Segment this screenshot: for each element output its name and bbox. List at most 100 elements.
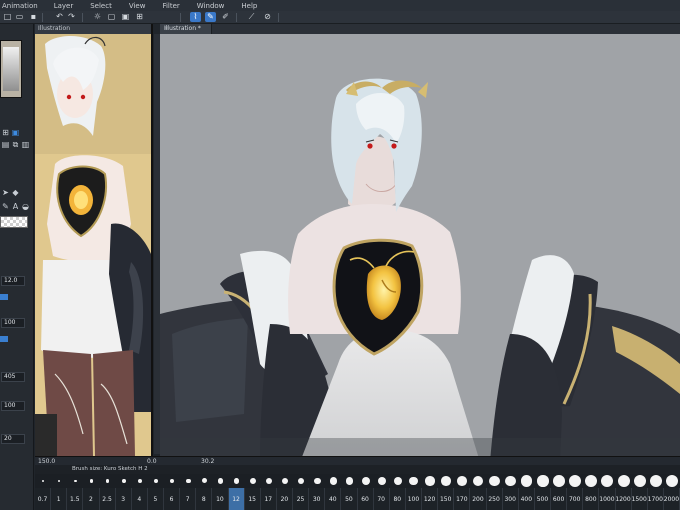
- open-file-icon[interactable]: ▭: [14, 12, 25, 22]
- brush-size-option[interactable]: 10: [212, 488, 229, 510]
- brush-size-option[interactable]: 120: [422, 488, 439, 510]
- ruler-icon[interactable]: ⊘: [262, 12, 273, 22]
- density-field[interactable]: 405: [1, 372, 25, 382]
- new-file-icon[interactable]: □: [2, 12, 13, 22]
- layer-icon[interactable]: ▣: [11, 128, 20, 137]
- brush-size-preview-dot: [361, 476, 370, 486]
- text-icon[interactable]: A: [11, 202, 20, 211]
- brush-size-option[interactable]: 80: [390, 488, 406, 510]
- navigator-thumbnail[interactable]: [0, 40, 22, 98]
- save-icon[interactable]: ▪: [28, 12, 39, 22]
- brush-size-option[interactable]: 5: [148, 488, 164, 510]
- brush-size-option[interactable]: 500: [535, 488, 551, 510]
- snap-icon[interactable]: ⟋: [246, 12, 257, 22]
- brush-size-option[interactable]: 50: [341, 488, 358, 510]
- folder-icon[interactable]: ▤: [1, 140, 10, 149]
- brush-size-option[interactable]: 100: [406, 488, 422, 510]
- menu-window[interactable]: Window: [197, 2, 225, 10]
- secondary-canvas-tab[interactable]: Illustration: [35, 24, 151, 34]
- copy-icon[interactable]: ⧉: [11, 140, 20, 149]
- brush-size-option[interactable]: 60: [358, 488, 374, 510]
- brush-size-option[interactable]: 40: [325, 488, 342, 510]
- undo-icon[interactable]: ↶: [54, 12, 65, 22]
- brush-size-option[interactable]: 600: [551, 488, 568, 510]
- menu-animation[interactable]: Animation: [2, 2, 38, 10]
- brush-size-option[interactable]: 150: [438, 488, 455, 510]
- secondary-canvas[interactable]: Illustration: [35, 24, 153, 456]
- pen-icon[interactable]: ✐: [220, 12, 231, 22]
- fill-icon[interactable]: ▣: [120, 12, 131, 22]
- hardness-field[interactable]: 100: [1, 401, 25, 411]
- close-icon[interactable]: ×: [164, 25, 208, 32]
- brush-size-option[interactable]: 12: [228, 488, 245, 510]
- toolbar-separator: [278, 13, 279, 22]
- trash-icon[interactable]: ▥: [21, 140, 30, 149]
- tool-property-column: ⊞ ▣ ▤ ⧉ ▥ ➤ ◆ ✎ A ◒ 12.0 100 405 100 20: [0, 24, 34, 510]
- brush-size-preview-dot: [569, 475, 582, 487]
- menu-view[interactable]: View: [129, 2, 146, 10]
- brush-size-option[interactable]: 300: [503, 488, 519, 510]
- menu-layer[interactable]: Layer: [54, 2, 74, 10]
- brush-size-option[interactable]: 8: [196, 488, 213, 510]
- brush-size-option[interactable]: 1200: [615, 488, 632, 510]
- main-canvas[interactable]: [160, 34, 680, 462]
- brush-icon[interactable]: ✎: [205, 12, 216, 22]
- brush-size-option[interactable]: 0.7: [35, 488, 52, 510]
- stabilizer-field[interactable]: 20: [1, 434, 25, 444]
- brush-size-option[interactable]: 400: [519, 488, 535, 510]
- brush-size-preview-dot: [409, 476, 419, 486]
- pen-stabilization-icon[interactable]: ⌇: [190, 12, 201, 22]
- brush-size-preview-dot: [537, 475, 549, 487]
- transform-icon[interactable]: ⊞: [134, 12, 145, 22]
- arrow-icon[interactable]: ➤: [1, 188, 10, 197]
- brush-size-option[interactable]: 170: [454, 488, 471, 510]
- brush-size-option[interactable]: 3: [116, 488, 132, 510]
- brush-size-option[interactable]: 6: [164, 488, 181, 510]
- brush-size-option[interactable]: 1: [51, 488, 68, 510]
- pencil-icon[interactable]: ✎: [1, 202, 10, 211]
- brush-size-option[interactable]: 7: [180, 488, 197, 510]
- brush-size-option[interactable]: 25: [293, 488, 310, 510]
- menu-select[interactable]: Select: [90, 2, 112, 10]
- brush-size-option[interactable]: 1.5: [67, 488, 84, 510]
- brush-size-option[interactable]: 250: [487, 488, 503, 510]
- tab-illustration[interactable]: Illustration * ×: [160, 24, 212, 34]
- brush-size-option[interactable]: 15: [245, 488, 261, 510]
- brush-size-preview-dot: [41, 479, 45, 483]
- eraser-icon[interactable]: ◆: [11, 188, 20, 197]
- brush-size-preview-dot: [505, 475, 516, 487]
- brush-size-option[interactable]: 2: [83, 488, 100, 510]
- grid-icon[interactable]: ⊞: [1, 128, 10, 137]
- brush-size-option[interactable]: 700: [567, 488, 584, 510]
- texture-swatch[interactable]: [0, 216, 28, 228]
- menu-filter[interactable]: Filter: [162, 2, 179, 10]
- angle-value[interactable]: 0.0: [147, 458, 157, 465]
- brush-size-field[interactable]: 12.0: [1, 276, 25, 286]
- menu-help[interactable]: Help: [241, 2, 257, 10]
- brush-size-preview-dot: [73, 479, 77, 483]
- redo-icon[interactable]: ↷: [66, 12, 77, 22]
- brush-size-option[interactable]: 70: [374, 488, 390, 510]
- loading-icon[interactable]: ☼: [92, 12, 103, 22]
- brush-size-option[interactable]: 30: [309, 488, 326, 510]
- opacity-field[interactable]: 100: [1, 318, 25, 328]
- brush-size-option[interactable]: 4: [132, 488, 148, 510]
- clear-icon[interactable]: ▢: [106, 12, 117, 22]
- brush-size-option[interactable]: 2000: [664, 488, 680, 510]
- position-value[interactable]: 30.2: [201, 458, 214, 465]
- brush-size-preview-dot: [633, 475, 646, 487]
- brush-size-preview-dot: [457, 476, 468, 486]
- brush-size-option[interactable]: 800: [583, 488, 600, 510]
- brush-size-option[interactable]: 1500: [632, 488, 648, 510]
- brush-size-option[interactable]: 1000: [599, 488, 616, 510]
- brush-size-option[interactable]: 2.5: [100, 488, 116, 510]
- brush-size-option[interactable]: 20: [277, 488, 293, 510]
- toolbar-separator: [42, 13, 43, 22]
- brush-size-preview-dot: [89, 479, 94, 483]
- zoom-value[interactable]: 150.0: [38, 458, 55, 465]
- blend-icon[interactable]: ◒: [21, 202, 30, 211]
- brush-size-preview-dot: [169, 478, 175, 484]
- brush-size-option[interactable]: 1700: [648, 488, 664, 510]
- brush-size-option[interactable]: 17: [261, 488, 277, 510]
- brush-size-option[interactable]: 200: [470, 488, 487, 510]
